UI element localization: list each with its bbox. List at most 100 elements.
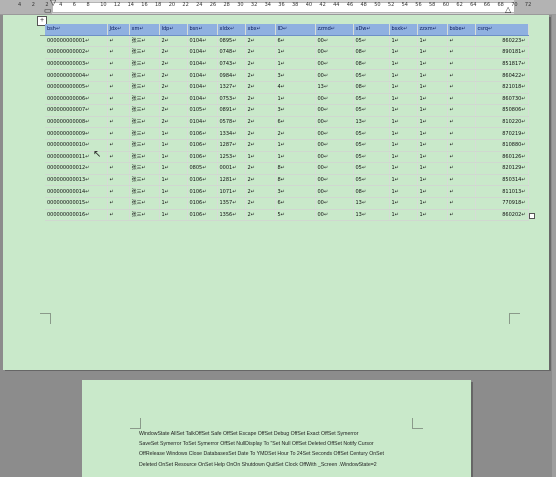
- table-cell[interactable]: 张三↵: [129, 139, 160, 152]
- table-cell[interactable]: 8↵: [275, 162, 316, 175]
- column-header[interactable]: zzmd↵: [315, 24, 354, 36]
- table-cell[interactable]: ↵: [107, 197, 130, 210]
- table-cell[interactable]: 1↵: [417, 69, 448, 82]
- table-cell[interactable]: ↵: [107, 93, 130, 106]
- table-cell[interactable]: 1↵: [159, 127, 188, 140]
- table-cell[interactable]: 1↵: [389, 197, 418, 210]
- table-cell[interactable]: 810880↵: [475, 139, 529, 152]
- table-cell[interactable]: 1↵: [389, 151, 418, 164]
- table-cell[interactable]: 张三↵: [129, 69, 160, 82]
- table-cell[interactable]: 0753↵: [217, 93, 246, 106]
- table-cell[interactable]: ↵: [107, 104, 130, 117]
- column-header[interactable]: bsxk↵: [389, 24, 418, 36]
- table-cell[interactable]: 5↵: [275, 209, 316, 222]
- table-cell[interactable]: 2↵: [159, 93, 188, 106]
- table-cell[interactable]: 13↵: [353, 197, 390, 210]
- table-cell[interactable]: 1↵: [417, 58, 448, 71]
- table-cell[interactable]: 00↵: [315, 104, 354, 117]
- table-cell[interactable]: 00↵: [315, 197, 354, 210]
- table-cell[interactable]: 6↵: [275, 116, 316, 129]
- table-cell[interactable]: 0104↵: [187, 116, 218, 129]
- table-cell[interactable]: 850314↵: [475, 174, 529, 187]
- table-cell[interactable]: 1↵: [275, 46, 316, 59]
- column-header[interactable]: zzxm↵: [417, 24, 448, 36]
- document-page-2[interactable]: WindowState AllSet TalkOffSet Safe OffSe…: [82, 380, 471, 477]
- table-cell[interactable]: 张三↵: [129, 162, 160, 175]
- table-cell[interactable]: 000000000004↵: [45, 69, 108, 82]
- table-cell[interactable]: 0984↵: [217, 69, 246, 82]
- table-cell[interactable]: 00↵: [315, 162, 354, 175]
- table-cell[interactable]: ↵: [107, 116, 130, 129]
- table-cell[interactable]: 770918↵: [475, 197, 529, 210]
- table-cell[interactable]: 1071↵: [217, 185, 246, 198]
- table-cell[interactable]: 2↵: [245, 93, 276, 106]
- table-cell[interactable]: 0106↵: [187, 185, 218, 198]
- table-cell[interactable]: 1↵: [417, 139, 448, 152]
- table-cell[interactable]: 000000000007↵: [45, 104, 108, 117]
- table-cell[interactable]: 851817↵: [475, 58, 529, 71]
- table-cell[interactable]: ↵: [107, 139, 130, 152]
- table-cell[interactable]: 张三↵: [129, 209, 160, 222]
- column-header[interactable]: bsbe↵: [447, 24, 476, 36]
- table-cell[interactable]: 1↵: [417, 127, 448, 140]
- table-cell[interactable]: 1327↵: [217, 81, 246, 94]
- table-cell[interactable]: 2↵: [245, 174, 276, 187]
- table-cell[interactable]: 张三↵: [129, 93, 160, 106]
- table-cell[interactable]: 05↵: [353, 35, 390, 48]
- table-cell[interactable]: 2↵: [245, 209, 276, 222]
- table-cell[interactable]: 08↵: [353, 81, 390, 94]
- table-cell[interactable]: 1↵: [159, 162, 188, 175]
- table-cell[interactable]: 1↵: [275, 151, 316, 164]
- table-cell[interactable]: 6↵: [275, 35, 316, 48]
- table-cell[interactable]: ↵: [447, 162, 476, 175]
- table-cell[interactable]: 1↵: [159, 139, 188, 152]
- table-cell[interactable]: 1↵: [275, 58, 316, 71]
- table-cell[interactable]: ↵: [447, 197, 476, 210]
- table-cell[interactable]: 2↵: [245, 185, 276, 198]
- table-cell[interactable]: 1↵: [245, 151, 276, 164]
- column-header[interactable]: ID↵: [275, 24, 316, 36]
- table-cell[interactable]: ↵: [107, 185, 130, 198]
- column-header[interactable]: xbx↵: [245, 24, 276, 36]
- table-cell[interactable]: 820129↵: [475, 162, 529, 175]
- table-cell[interactable]: 1↵: [389, 139, 418, 152]
- table-cell[interactable]: ↵: [447, 46, 476, 59]
- left-indent-marker[interactable]: ▭: [44, 7, 52, 15]
- table-cell[interactable]: 1↵: [159, 185, 188, 198]
- table-cell[interactable]: 1↵: [389, 116, 418, 129]
- table-cell[interactable]: 2↵: [245, 81, 276, 94]
- table-cell[interactable]: 2↵: [159, 35, 188, 48]
- table-cell[interactable]: 3↵: [275, 185, 316, 198]
- table-cell[interactable]: 1↵: [417, 162, 448, 175]
- table-cell[interactable]: 870219↵: [475, 127, 529, 140]
- table-cell[interactable]: 2↵: [245, 58, 276, 71]
- table-cell[interactable]: 2↵: [245, 162, 276, 175]
- table-cell[interactable]: ↵: [107, 174, 130, 187]
- table-cell[interactable]: 1↵: [389, 69, 418, 82]
- table-cell[interactable]: 1253↵: [217, 151, 246, 164]
- table-cell[interactable]: 张三↵: [129, 46, 160, 59]
- table-cell[interactable]: 2↵: [245, 35, 276, 48]
- table-cell[interactable]: 000000000008↵: [45, 116, 108, 129]
- table-cell[interactable]: 1↵: [159, 174, 188, 187]
- table-cell[interactable]: 860422↵: [475, 69, 529, 82]
- table-cell[interactable]: 000000000001↵: [45, 35, 108, 48]
- table-cell[interactable]: 1↵: [417, 185, 448, 198]
- table-cell[interactable]: ↵: [447, 209, 476, 222]
- table-cell[interactable]: 1↵: [389, 209, 418, 222]
- column-header[interactable]: xm↵: [129, 24, 160, 36]
- table-cell[interactable]: 00↵: [315, 58, 354, 71]
- column-header[interactable]: bsh↵: [45, 24, 108, 36]
- table-cell[interactable]: 1↵: [159, 151, 188, 164]
- table-cell[interactable]: 000000000005↵: [45, 81, 108, 94]
- table-cell[interactable]: 2↵: [245, 197, 276, 210]
- table-cell[interactable]: 2↵: [245, 116, 276, 129]
- vertical-scrollbar[interactable]: [552, 15, 556, 477]
- table-cell[interactable]: 05↵: [353, 151, 390, 164]
- table-cell[interactable]: 1↵: [389, 46, 418, 59]
- table-cell[interactable]: 810220↵: [475, 116, 529, 129]
- column-header[interactable]: xldx↵: [217, 24, 246, 36]
- table-cell[interactable]: 08↵: [353, 58, 390, 71]
- table-cell[interactable]: 4↵: [275, 81, 316, 94]
- table-cell[interactable]: 1↵: [417, 81, 448, 94]
